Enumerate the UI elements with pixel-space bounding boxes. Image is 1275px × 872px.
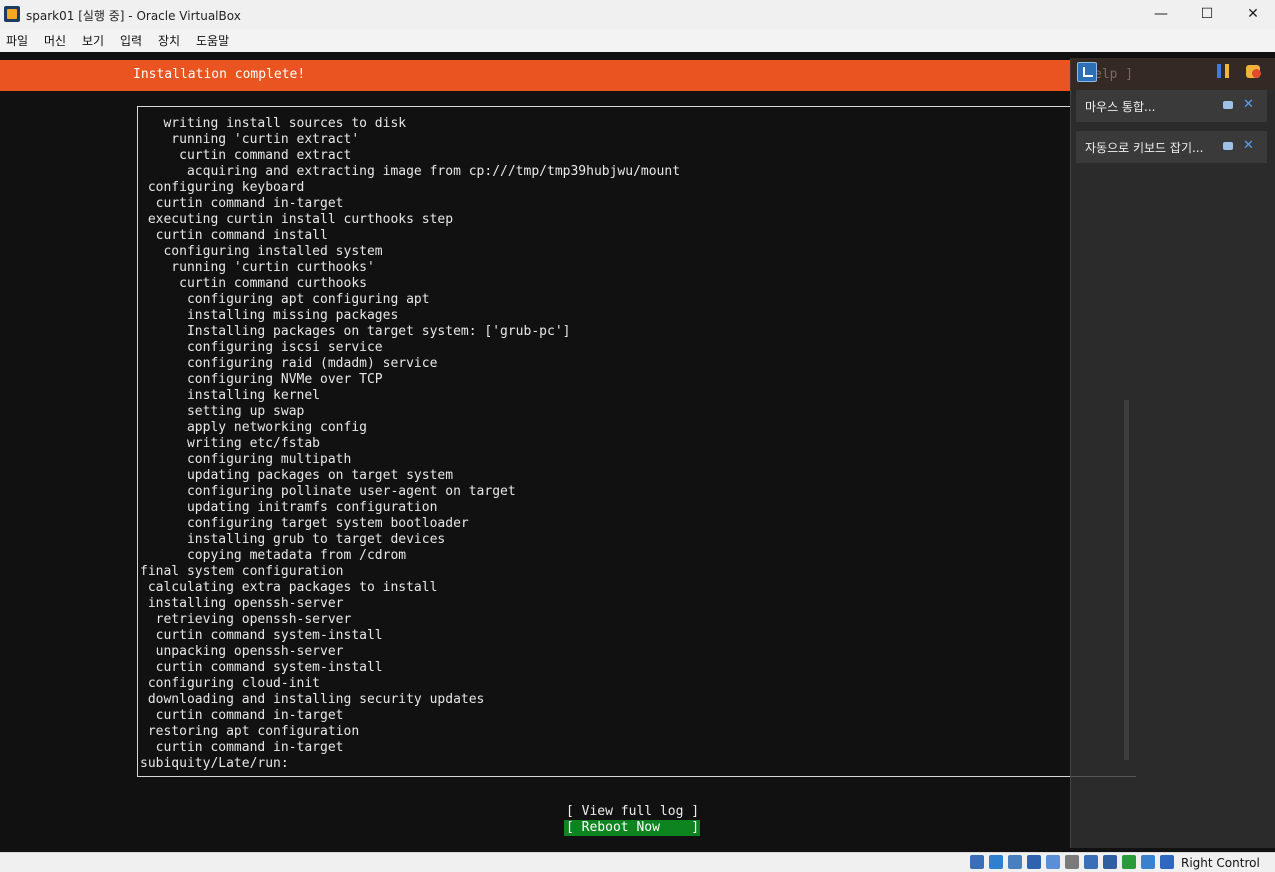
install-log: writing install sources to disk running … bbox=[140, 116, 680, 772]
sort-icon[interactable] bbox=[1214, 62, 1234, 82]
log-line: curtin command system-install bbox=[140, 628, 383, 643]
view-full-log-button[interactable]: [ View full log ] bbox=[566, 804, 699, 820]
log-line: retrieving openssh-server bbox=[140, 612, 352, 627]
menu-machine[interactable]: 머신 bbox=[44, 32, 66, 49]
window-titlebar: spark01 [실행 중] - Oracle VirtualBox — ☐ ✕ bbox=[0, 0, 1275, 29]
network-icon[interactable] bbox=[1027, 855, 1041, 869]
log-line: running 'curtin curthooks' bbox=[140, 260, 375, 275]
status-bar: Right Control bbox=[0, 852, 1275, 872]
log-line: configuring multipath bbox=[140, 452, 352, 467]
log-line: installing grub to target devices bbox=[140, 532, 446, 547]
optical-drive-icon[interactable] bbox=[989, 855, 1003, 869]
installer-title: Installation complete! bbox=[133, 67, 306, 82]
installer-header: Installation complete! bbox=[0, 60, 1070, 91]
log-line: subiquity/Late/run: bbox=[140, 756, 289, 771]
log-line: writing etc/fstab bbox=[140, 436, 321, 451]
log-line: configuring pollinate user-agent on targ… bbox=[140, 484, 516, 499]
log-line: configuring iscsi service bbox=[140, 340, 383, 355]
menu-file[interactable]: 파일 bbox=[6, 32, 28, 49]
log-line: copying metadata from /cdrom bbox=[140, 548, 407, 563]
clear-all-icon[interactable] bbox=[1244, 62, 1264, 82]
log-line: curtin command install bbox=[140, 228, 328, 243]
log-line: updating initramfs configuration bbox=[140, 500, 438, 515]
log-line: final system configuration bbox=[140, 564, 344, 579]
log-line: curtin command in-target bbox=[140, 740, 344, 755]
menu-view[interactable]: 보기 bbox=[82, 32, 104, 49]
log-line: curtin command in-target bbox=[140, 708, 344, 723]
log-line: configuring keyboard bbox=[140, 180, 305, 195]
pin-icon[interactable] bbox=[1223, 101, 1233, 109]
log-line: curtin command in-target bbox=[140, 196, 344, 211]
usb-icon[interactable] bbox=[1046, 855, 1060, 869]
log-line: configuring raid (mdadm) service bbox=[140, 356, 438, 371]
log-line: restoring apt configuration bbox=[140, 724, 360, 739]
window-title: spark01 [실행 중] - Oracle VirtualBox bbox=[26, 9, 241, 23]
maximize-button[interactable]: ☐ bbox=[1184, 0, 1230, 29]
reboot-now-button[interactable]: [ Reboot Now ] bbox=[564, 820, 700, 836]
log-line: configuring installed system bbox=[140, 244, 383, 259]
log-line: calculating extra packages to install bbox=[140, 580, 438, 595]
log-line: apply networking config bbox=[140, 420, 367, 435]
keyboard-capture-icon[interactable] bbox=[1160, 855, 1174, 869]
shared-folders-icon[interactable] bbox=[1065, 855, 1079, 869]
log-line: writing install sources to disk bbox=[140, 116, 407, 131]
log-line: installing openssh-server bbox=[140, 596, 344, 611]
log-line: Installing packages on target system: ['… bbox=[140, 324, 571, 339]
help-button-ghost: elp ] bbox=[1094, 67, 1134, 82]
log-line: configuring apt configuring apt bbox=[140, 292, 430, 307]
notification-text: 마우스 통합... bbox=[1085, 100, 1156, 114]
display-icon[interactable] bbox=[1084, 855, 1098, 869]
mouse-integration-icon[interactable] bbox=[1141, 855, 1155, 869]
log-line: acquiring and extracting image from cp:/… bbox=[140, 164, 681, 179]
log-line: curtin command curthooks bbox=[140, 276, 367, 291]
log-line: setting up swap bbox=[140, 404, 305, 419]
notification-center-icon[interactable] bbox=[1077, 62, 1097, 82]
log-line: curtin command system-install bbox=[140, 660, 383, 675]
cpu-icon[interactable] bbox=[1122, 855, 1136, 869]
menu-bar: 파일 머신 보기 입력 장치 도움말 bbox=[0, 29, 1275, 50]
close-window-button[interactable]: ✕ bbox=[1230, 0, 1275, 29]
log-line: configuring NVMe over TCP bbox=[140, 372, 383, 387]
menu-help[interactable]: 도움말 bbox=[196, 32, 229, 49]
notification-mouse-integration[interactable]: 마우스 통합... ✕ bbox=[1076, 90, 1267, 122]
log-line: updating packages on target system bbox=[140, 468, 454, 483]
log-line: unpacking openssh-server bbox=[140, 644, 344, 659]
close-icon[interactable]: ✕ bbox=[1243, 137, 1254, 155]
log-line: configuring target system bootloader bbox=[140, 516, 469, 531]
minimize-button[interactable]: — bbox=[1138, 0, 1184, 29]
log-line: installing missing packages bbox=[140, 308, 399, 323]
notification-text: 자동으로 키보드 잡기... bbox=[1085, 141, 1204, 155]
host-key-label[interactable]: Right Control bbox=[1181, 856, 1260, 870]
menu-input[interactable]: 입력 bbox=[120, 32, 142, 49]
log-line: running 'curtin extract' bbox=[140, 132, 360, 147]
menu-devices[interactable]: 장치 bbox=[158, 32, 180, 49]
log-line: executing curtin install curthooks step bbox=[140, 212, 454, 227]
log-line: configuring cloud-init bbox=[140, 676, 321, 691]
virtualbox-app-icon bbox=[4, 6, 20, 22]
notification-keyboard-capture[interactable]: 자동으로 키보드 잡기... ✕ bbox=[1076, 131, 1267, 163]
close-icon[interactable]: ✕ bbox=[1243, 96, 1254, 114]
audio-icon[interactable] bbox=[1008, 855, 1022, 869]
install-log-panel[interactable]: writing install sources to disk running … bbox=[137, 106, 1071, 777]
log-line: installing kernel bbox=[140, 388, 321, 403]
log-line: downloading and installing security upda… bbox=[140, 692, 485, 707]
recording-icon[interactable] bbox=[1103, 855, 1117, 869]
hard-disk-icon[interactable] bbox=[970, 855, 984, 869]
divider bbox=[1070, 776, 1136, 777]
notification-scrollbar[interactable] bbox=[1124, 400, 1129, 760]
log-line: curtin command extract bbox=[140, 148, 352, 163]
notification-center bbox=[1070, 58, 1275, 848]
pin-icon[interactable] bbox=[1223, 142, 1233, 150]
